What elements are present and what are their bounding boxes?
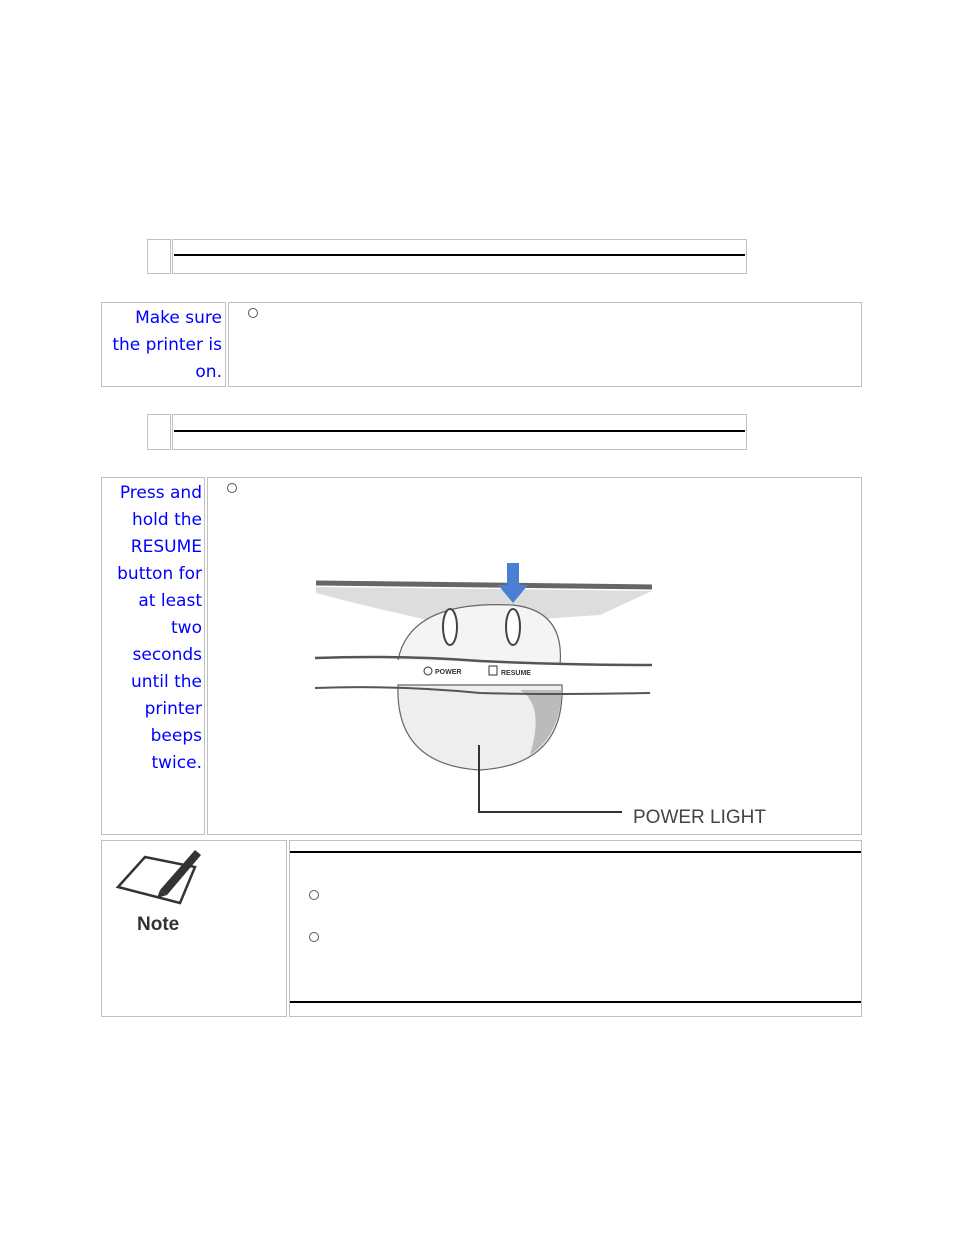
text-line: printer [144, 699, 202, 719]
text-line: twice. [151, 753, 202, 773]
power-label: POWER [435, 669, 461, 676]
header-rule [174, 254, 745, 256]
text-line: hold the [132, 510, 202, 530]
header-cell [172, 239, 747, 274]
bullet-icon [227, 483, 237, 493]
text-line: the printer is [112, 335, 222, 355]
resume-symbol-icon [488, 665, 498, 676]
printer-panel-illustration: POWER RESUME POWER LIGHT [314, 563, 766, 828]
step-content-cell [228, 302, 862, 387]
header-spacer-cell [147, 414, 171, 450]
power-light-callout: POWER LIGHT [633, 807, 766, 828]
text-line: on. [195, 362, 222, 382]
step-1-text: Make sure the printer is on. [95, 305, 222, 386]
note-bottom-rule [290, 1001, 861, 1003]
resume-label: RESUME [501, 670, 531, 677]
step-2-text: Press and hold the RESUME button for at … [96, 480, 202, 777]
bullet-icon [309, 890, 319, 900]
text-line: button for [117, 564, 202, 584]
text-line: Press and [119, 483, 202, 503]
text-line: until the [131, 672, 202, 692]
text-line: at least [138, 591, 202, 611]
text-line: seconds [132, 645, 203, 665]
header-cell [172, 414, 747, 450]
note-label: Note [137, 914, 179, 935]
note-content-cell [289, 840, 862, 1017]
power-button-icon [442, 608, 458, 646]
bullet-icon [248, 308, 258, 318]
text-line: two [171, 618, 202, 638]
note-pencil-icon: Note [115, 850, 201, 935]
text-line: RESUME [130, 537, 202, 557]
text-line: beeps [150, 726, 202, 746]
header-spacer-cell [147, 239, 171, 274]
bullet-icon [309, 932, 319, 942]
power-symbol-icon [423, 666, 433, 676]
note-top-rule [290, 851, 861, 853]
text-line: Make sure [135, 308, 222, 328]
resume-button-icon [505, 608, 521, 646]
header-rule [174, 430, 745, 432]
